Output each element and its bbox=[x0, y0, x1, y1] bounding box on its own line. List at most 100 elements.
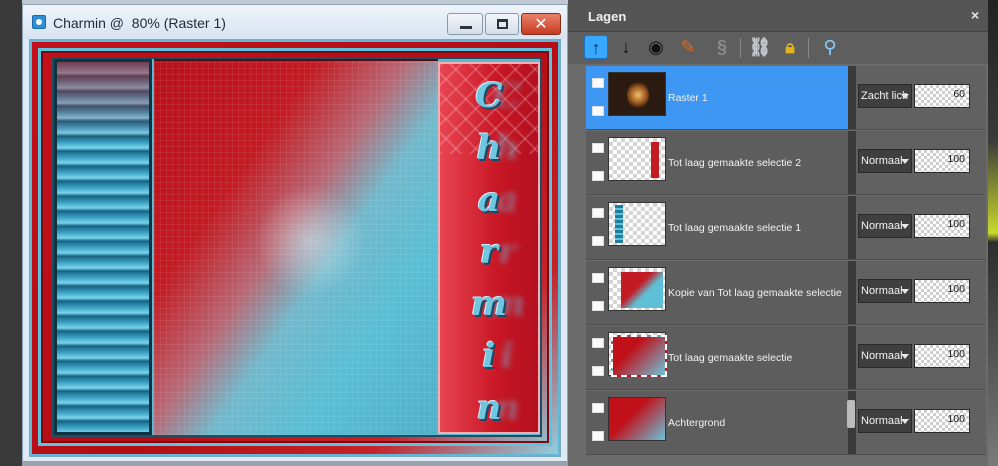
blend-mode-dropdown[interactable]: Normaal bbox=[858, 344, 912, 368]
layer-thumbnail bbox=[608, 72, 666, 116]
blend-mode-dropdown[interactable]: Normaal bbox=[858, 279, 912, 303]
title-side-panel: C h a r m i n bbox=[438, 62, 540, 434]
palette-close-button[interactable]: × bbox=[971, 7, 979, 23]
charmin-letters: C h a r m i n bbox=[440, 76, 538, 440]
layer-row-main[interactable]: Tot laag gemaakte selectie bbox=[586, 326, 848, 389]
layer-thumbnail bbox=[608, 137, 666, 181]
layer-row-main[interactable]: Tot laag gemaakte selectie 1 bbox=[586, 196, 848, 259]
image-canvas[interactable]: C h a r m i n bbox=[32, 42, 558, 454]
brush-icon: ✎ bbox=[680, 37, 696, 57]
opacity-field[interactable]: 100 bbox=[914, 149, 970, 173]
layer-thumbnail bbox=[608, 397, 666, 441]
layer-row-main[interactable]: Achtergrond bbox=[586, 391, 848, 454]
image-window-title: Charmin @ 80% (Raster 1) bbox=[53, 15, 226, 31]
lock-transparency-button[interactable]: 🔒︎ bbox=[778, 35, 802, 59]
chevron-down-icon bbox=[901, 224, 909, 229]
move-layer-down-button[interactable]: ↓ bbox=[614, 35, 638, 59]
canvas-letter: a bbox=[477, 180, 501, 220]
link-icon: ⛓ bbox=[748, 37, 772, 57]
layer-type-icon bbox=[592, 301, 604, 311]
palette-toolbar: ↑ ↓ ◉ ✎ § ⛓ 🔒︎ ⚲ bbox=[568, 32, 988, 64]
layer-row[interactable]: Achtergrond Normaal 100 bbox=[586, 391, 986, 455]
layers-palette: Lagen × ↑ ↓ ◉ ✎ § ⛓ 🔒︎ ⚲ Raster 1 Zacht … bbox=[568, 0, 988, 466]
link-layers-button[interactable]: ⛓ bbox=[748, 35, 772, 59]
layer-row-divider bbox=[848, 196, 856, 259]
blend-mode-dropdown[interactable]: Normaal bbox=[858, 409, 912, 433]
canvas-letter: n bbox=[476, 388, 502, 428]
fractal-panel bbox=[154, 59, 438, 435]
layer-row-main[interactable]: Tot laag gemaakte selectie 2 bbox=[586, 131, 848, 194]
opacity-value: 100 bbox=[947, 218, 965, 230]
arrow-up-icon: ↑ bbox=[591, 38, 601, 58]
visibility-toggle-icon[interactable] bbox=[592, 273, 604, 283]
minimize-button[interactable] bbox=[447, 13, 483, 35]
blend-mode-dropdown[interactable]: Normaal bbox=[858, 149, 912, 173]
chevron-down-icon bbox=[901, 94, 909, 99]
opacity-value: 60 bbox=[953, 88, 965, 100]
opacity-field[interactable]: 60 bbox=[914, 84, 970, 108]
opacity-field[interactable]: 100 bbox=[914, 214, 970, 238]
chevron-down-icon bbox=[901, 159, 909, 164]
layer-row-divider bbox=[848, 261, 856, 324]
layer-row[interactable]: Kopie van Tot laag gemaakte selectie Nor… bbox=[586, 261, 986, 325]
layer-name: Achtergrond bbox=[668, 417, 726, 429]
layer-thumbnail bbox=[608, 267, 666, 311]
layer-type-icon bbox=[592, 171, 604, 181]
layer-type-icon bbox=[592, 366, 604, 376]
arrow-down-icon: ↓ bbox=[621, 37, 631, 57]
chevron-down-icon bbox=[901, 419, 909, 424]
close-window-button[interactable]: ✕ bbox=[521, 13, 561, 35]
layer-row-divider bbox=[848, 131, 856, 194]
palette-scrollbar[interactable] bbox=[847, 400, 855, 428]
chevron-down-icon bbox=[901, 289, 909, 294]
canvas-letter: r bbox=[480, 232, 498, 272]
canvas-letter: i bbox=[482, 336, 496, 376]
visibility-toggle-icon[interactable] bbox=[592, 338, 604, 348]
minimize-icon bbox=[460, 26, 472, 29]
layer-row-main[interactable]: Kopie van Tot laag gemaakte selectie bbox=[586, 261, 848, 324]
palette-title: Lagen bbox=[588, 9, 627, 24]
close-icon: ✕ bbox=[534, 16, 548, 33]
canvas-letter: C bbox=[475, 76, 503, 116]
toggle-visibility-button[interactable]: ◉ bbox=[644, 35, 668, 59]
adjacent-panel-edge bbox=[988, 0, 998, 466]
visibility-toggle-icon[interactable] bbox=[592, 78, 604, 88]
layer-thumbnail bbox=[608, 332, 667, 377]
layer-type-icon bbox=[592, 431, 604, 441]
canvas-letter: h bbox=[476, 128, 502, 168]
layer-properties-button[interactable]: ⚲ bbox=[818, 35, 842, 59]
blend-mode-value: Normaal bbox=[861, 350, 903, 362]
edit-selection-button[interactable]: ✎ bbox=[676, 35, 700, 59]
layer-row[interactable]: Tot laag gemaakte selectie 2 Normaal 100 bbox=[586, 131, 986, 195]
opacity-field[interactable]: 100 bbox=[914, 279, 970, 303]
layer-row-divider bbox=[848, 66, 856, 129]
layer-type-icon bbox=[592, 236, 604, 246]
layer-thumbnail bbox=[608, 202, 666, 246]
opacity-field[interactable]: 100 bbox=[914, 409, 970, 433]
visibility-toggle-icon[interactable] bbox=[592, 208, 604, 218]
move-layer-up-button[interactable]: ↑ bbox=[584, 35, 608, 59]
layer-name: Kopie van Tot laag gemaakte selectie bbox=[668, 287, 842, 299]
image-window-titlebar[interactable]: Charmin @ 80% (Raster 1) ✕ bbox=[23, 5, 567, 39]
blend-mode-dropdown[interactable]: Normaal bbox=[858, 214, 912, 238]
layer-row[interactable]: Tot laag gemaakte selectie Normaal 100 bbox=[586, 326, 986, 390]
maximize-button[interactable] bbox=[485, 13, 519, 35]
visibility-toggle-icon[interactable] bbox=[592, 143, 604, 153]
opacity-field[interactable]: 100 bbox=[914, 344, 970, 368]
mask-button[interactable]: § bbox=[710, 35, 734, 59]
layer-name: Tot laag gemaakte selectie 1 bbox=[668, 222, 802, 234]
chevron-down-icon bbox=[901, 354, 909, 359]
dropper-icon: ⚲ bbox=[823, 37, 837, 57]
palette-header[interactable]: Lagen × bbox=[568, 0, 988, 32]
opacity-value: 100 bbox=[947, 153, 965, 165]
opacity-value: 100 bbox=[947, 348, 965, 360]
blend-mode-dropdown[interactable]: Zacht lich bbox=[858, 84, 912, 108]
layer-row-main[interactable]: Raster 1 bbox=[586, 66, 848, 129]
layer-row[interactable]: Tot laag gemaakte selectie 1 Normaal 100 bbox=[586, 196, 986, 260]
eye-icon: ◉ bbox=[648, 37, 664, 57]
image-window[interactable]: Charmin @ 80% (Raster 1) ✕ C h a r m i n bbox=[22, 4, 568, 462]
opacity-value: 100 bbox=[947, 283, 965, 295]
layer-name: Tot laag gemaakte selectie 2 bbox=[668, 157, 802, 169]
visibility-toggle-icon[interactable] bbox=[592, 403, 604, 413]
layer-row[interactable]: Raster 1 Zacht lich 60 bbox=[586, 66, 986, 130]
